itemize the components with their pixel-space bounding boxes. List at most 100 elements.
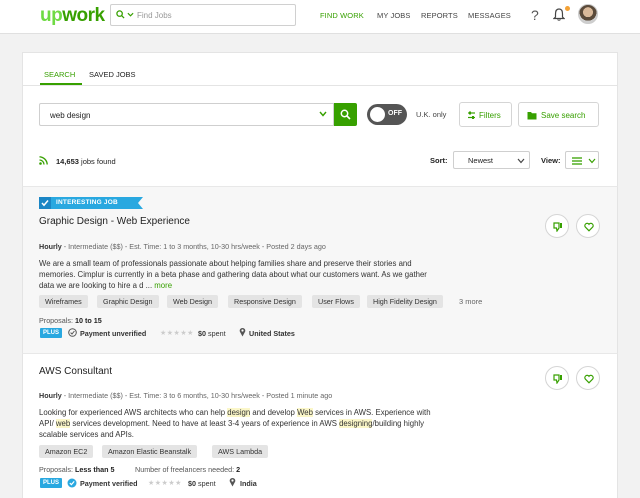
desc-highlight: designing bbox=[339, 419, 373, 428]
rss-icon[interactable] bbox=[39, 156, 48, 165]
chevron-down-icon bbox=[517, 158, 525, 164]
uk-only-toggle[interactable]: OFF bbox=[367, 104, 407, 125]
nav-find-work[interactable]: FIND WORK bbox=[320, 11, 364, 20]
proposals-value: 10 to 15 bbox=[74, 316, 102, 325]
sort-select[interactable]: Newest bbox=[453, 151, 530, 169]
plus-badge: PLUS bbox=[40, 328, 62, 338]
save-job-button[interactable] bbox=[576, 214, 600, 238]
proposals: Proposals: Less than 5 bbox=[39, 465, 115, 474]
view-select[interactable] bbox=[565, 151, 599, 169]
dislike-job-button[interactable] bbox=[545, 366, 569, 390]
desc-text: API/ bbox=[39, 419, 56, 428]
desc-highlight: Web bbox=[297, 408, 313, 417]
folder-icon bbox=[527, 112, 537, 120]
desc-text: /building highly bbox=[372, 419, 425, 428]
skill-tag[interactable]: High Fidelity Design bbox=[367, 295, 443, 308]
sort-value: Newest bbox=[468, 156, 494, 165]
upwork-logo[interactable]: upwork bbox=[40, 5, 105, 27]
plus-badge: PLUS bbox=[40, 478, 62, 488]
job-title-link[interactable]: Graphic Design - Web Experience bbox=[39, 216, 190, 227]
skill-tag[interactable]: Responsive Design bbox=[228, 295, 302, 308]
badge-label: INTERESTING JOB bbox=[56, 199, 118, 206]
heart-icon bbox=[584, 374, 594, 384]
nav-my-jobs[interactable]: MY JOBS bbox=[377, 11, 411, 20]
job-meta: Hourly - Intermediate ($$) - Est. Time: … bbox=[39, 391, 332, 400]
payment-status: Payment unverified bbox=[80, 329, 147, 338]
spent-label: spent bbox=[198, 479, 216, 488]
query-field[interactable] bbox=[39, 103, 334, 126]
desc-text: and develop bbox=[250, 408, 298, 417]
proposals-value: Less than 5 bbox=[74, 465, 115, 474]
sort-label: Sort: bbox=[430, 156, 448, 165]
save-search-label: Save search bbox=[541, 111, 586, 120]
rating-stars: ★★★★★ bbox=[148, 480, 182, 487]
skill-tag[interactable]: Web Design bbox=[167, 295, 219, 308]
skill-tag[interactable]: Graphic Design bbox=[97, 295, 159, 308]
proposals: Proposals: 10 to 15 bbox=[39, 316, 102, 325]
dislike-job-button[interactable] bbox=[545, 214, 569, 238]
avatar[interactable] bbox=[578, 4, 598, 24]
job-title-link[interactable]: AWS Consultant bbox=[39, 366, 112, 377]
skill-tag[interactable]: Amazon EC2 bbox=[39, 445, 94, 458]
jobs-count-suffix: jobs found bbox=[81, 157, 116, 166]
proposals-label: Proposals: bbox=[39, 316, 73, 325]
nav-reports[interactable]: REPORTS bbox=[421, 11, 458, 20]
desc-highlight: web bbox=[55, 419, 71, 428]
search-icon bbox=[116, 10, 125, 19]
desc-text: scalable services and APIs. bbox=[39, 430, 134, 439]
save-job-button[interactable] bbox=[576, 366, 600, 390]
desc-highlight: design bbox=[227, 408, 251, 417]
skill-tag[interactable]: Amazon Elastic Beanstalk bbox=[102, 445, 198, 458]
payment-status: Payment verified bbox=[80, 479, 138, 488]
desc-text: services development. Need to have at le… bbox=[70, 419, 340, 428]
help-icon[interactable]: ? bbox=[531, 7, 539, 23]
tab-search[interactable]: SEARCH bbox=[44, 70, 75, 79]
more-skills-link[interactable]: 3 more bbox=[459, 297, 482, 306]
client-location: United States bbox=[249, 329, 295, 338]
tab-divider bbox=[22, 85, 618, 86]
find-jobs-input[interactable] bbox=[137, 8, 287, 22]
skill-tag[interactable]: Wireframes bbox=[39, 295, 88, 308]
nav-messages[interactable]: MESSAGES bbox=[468, 11, 511, 20]
heart-icon bbox=[584, 222, 594, 232]
view-label: View: bbox=[541, 156, 561, 165]
freelancers-needed: Number of freelancers needed: 2 bbox=[135, 465, 240, 474]
more-link[interactable]: more bbox=[154, 281, 172, 290]
freelancers-value: 2 bbox=[236, 465, 241, 474]
check-icon bbox=[41, 200, 49, 207]
jobs-count: 14,653 bbox=[56, 157, 79, 166]
tab-saved-jobs[interactable]: SAVED JOBS bbox=[89, 70, 136, 79]
location-pin-icon bbox=[239, 327, 246, 337]
desc-text: Looking for experienced AWS architects w… bbox=[39, 408, 228, 417]
job-meta-rest: - Intermediate ($$) - Est. Time: 1 to 3 … bbox=[61, 242, 326, 251]
jobs-found-count: 14,653 jobs found bbox=[56, 157, 116, 166]
toggle-knob bbox=[370, 107, 385, 122]
total-spent: $0 spent bbox=[198, 329, 226, 338]
desc-line: memories. Cimplur is currently in a beta… bbox=[39, 270, 427, 279]
skill-tag[interactable]: AWS Lambda bbox=[212, 445, 269, 458]
chevron-down-icon[interactable] bbox=[319, 111, 327, 117]
interesting-job-badge: INTERESTING JOB bbox=[39, 197, 143, 209]
uk-only-label: U.K. only bbox=[416, 110, 447, 119]
filters-button[interactable]: Filters bbox=[459, 102, 512, 127]
skill-tag[interactable]: User Flows bbox=[312, 295, 360, 308]
job-description: Looking for experienced AWS architects w… bbox=[39, 407, 499, 440]
thumbs-down-icon bbox=[553, 222, 562, 232]
desc-text: services in AWS. Experience with bbox=[312, 408, 431, 417]
notification-dot bbox=[565, 6, 570, 11]
top-header: upwork FIND WORK MY JOBS REPORTS MESSAGE… bbox=[0, 0, 640, 34]
search-button[interactable] bbox=[334, 103, 357, 126]
search-icon bbox=[340, 109, 351, 120]
chevron-down-icon[interactable] bbox=[127, 12, 134, 17]
location-pin-icon bbox=[229, 477, 236, 487]
bell-icon[interactable] bbox=[553, 8, 565, 21]
filters-label: Filters bbox=[479, 111, 501, 120]
spent-value: $0 bbox=[198, 329, 206, 338]
query-input[interactable] bbox=[50, 108, 300, 122]
payment-verified-icon bbox=[67, 478, 77, 488]
proposals-label: Proposals: bbox=[39, 465, 73, 474]
job-meta: Hourly - Intermediate ($$) - Est. Time: … bbox=[39, 242, 326, 251]
find-jobs-search[interactable] bbox=[110, 4, 296, 26]
save-search-button[interactable]: Save search bbox=[518, 102, 599, 127]
job-type: Hourly bbox=[39, 391, 62, 400]
